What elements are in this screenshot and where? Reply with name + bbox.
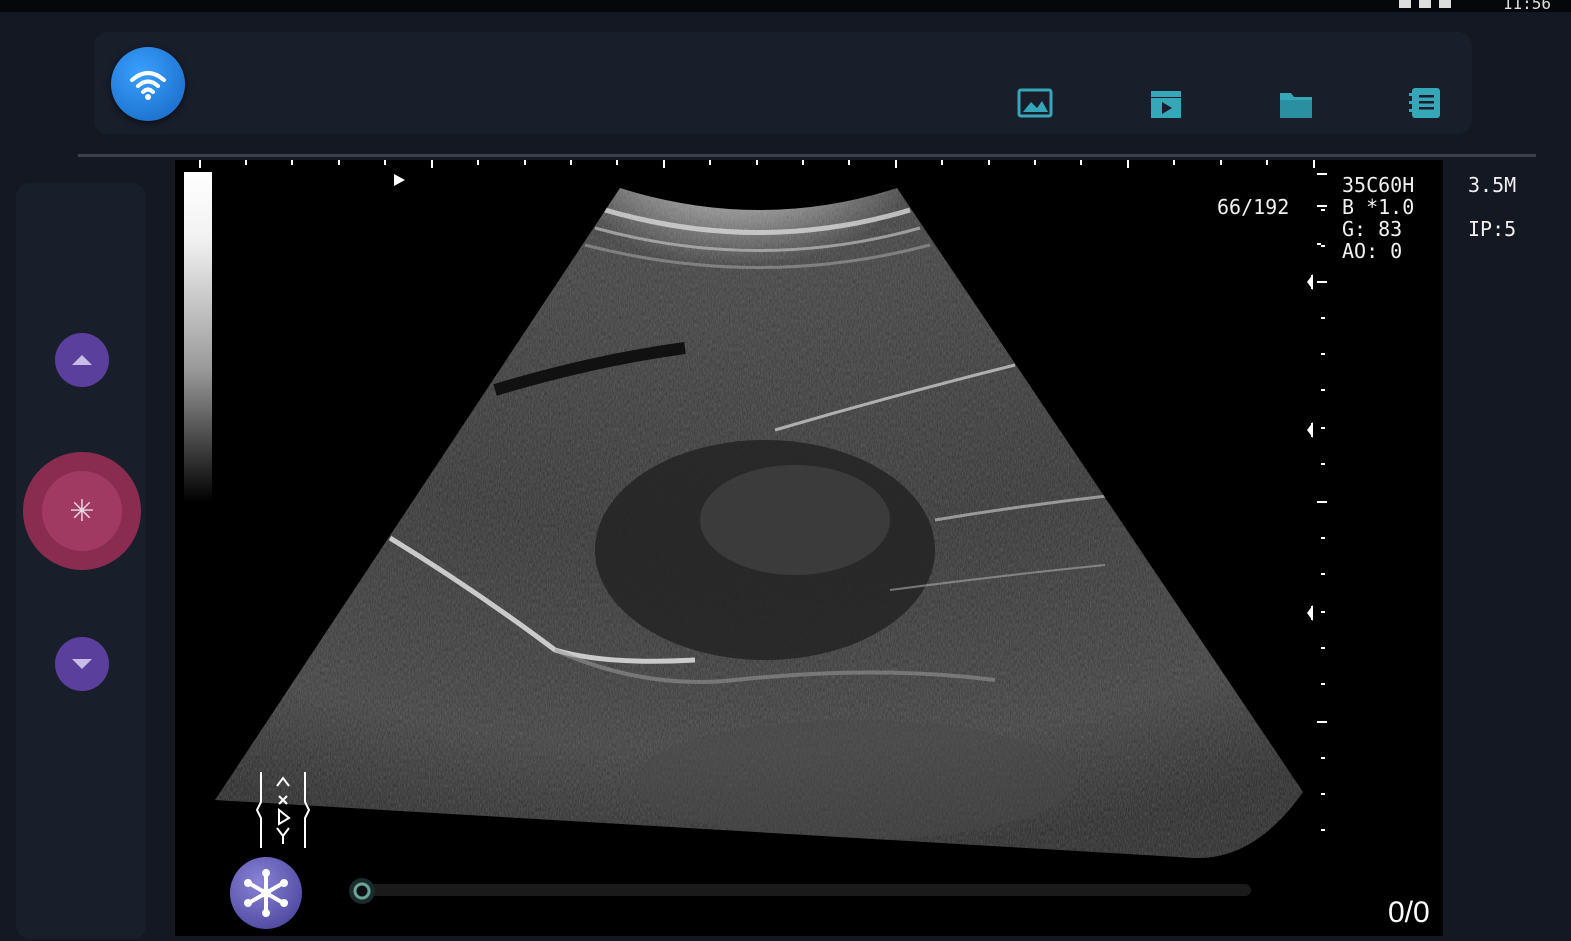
gain-label: G: 83 [1342, 217, 1403, 241]
snowflake-icon [244, 869, 288, 917]
ultrasound-viewport[interactable] [175, 160, 1443, 934]
freeze-snowflake-button[interactable] [230, 857, 302, 929]
focus-position-marker[interactable] [394, 174, 405, 186]
image-processing-label: IP:5 [1468, 217, 1517, 241]
triangle-up-icon [72, 355, 92, 365]
cine-slider-thumb[interactable] [349, 878, 375, 904]
freeze-button[interactable]: ✳ [23, 452, 141, 570]
frequency-label: 3.5M [1468, 173, 1517, 197]
wifi-icon [130, 71, 166, 100]
video-icon [1151, 91, 1181, 118]
folder-icon [1280, 93, 1312, 118]
status-icons [1399, 0, 1451, 8]
acoustic-output-label: AO: 0 [1342, 239, 1403, 263]
depth-scale [1317, 173, 1327, 831]
wifi-button[interactable] [111, 47, 185, 121]
zoom-label: B *1.0 [1342, 195, 1415, 219]
probe-label: 35C60H [1342, 173, 1415, 197]
image-gallery-button[interactable] [1017, 86, 1053, 120]
image-icon [1017, 88, 1053, 118]
cine-slider-track[interactable] [355, 884, 1251, 896]
top-ruler [199, 160, 1315, 168]
status-bar: 11:56 [0, 0, 1571, 13]
ultrasound-image [199, 160, 1327, 859]
frame-counter: 0/0 [1388, 896, 1430, 929]
depth-up-button[interactable] [55, 333, 109, 387]
grayscale-bar [184, 172, 212, 502]
top-toolbar [94, 32, 1472, 134]
probe-orientation-icon [255, 772, 311, 848]
triangle-down-icon [72, 659, 92, 669]
depth-down-button[interactable] [55, 637, 109, 691]
toolbar-divider [78, 154, 1536, 157]
video-clips-button[interactable] [1148, 86, 1184, 120]
corner-panel [1443, 858, 1571, 941]
report-icon [1409, 88, 1440, 118]
folder-button[interactable] [1278, 86, 1314, 120]
report-button[interactable] [1408, 86, 1444, 120]
status-time: 11:56 [1502, 0, 1551, 13]
focus-markers [1307, 274, 1313, 621]
asterisk-icon: ✳ [42, 471, 122, 551]
depth-counter: 66/192 [1217, 195, 1290, 219]
